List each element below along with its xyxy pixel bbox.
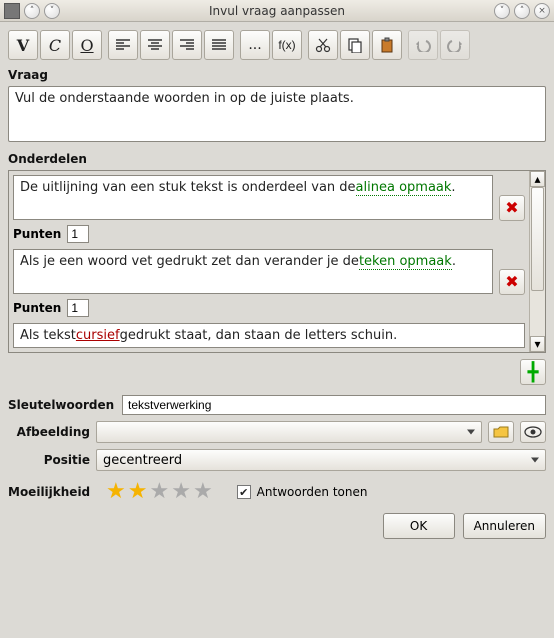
titlebar: ˄ ˅ Invul vraag aanpassen ˅ ˄ × <box>0 0 554 22</box>
redo-button[interactable] <box>440 30 470 60</box>
star-icon[interactable]: ★ <box>193 481 213 503</box>
star-icon[interactable]: ★ <box>171 481 191 503</box>
add-part-button[interactable]: ╋ <box>520 359 546 385</box>
part-text[interactable]: De uitlijning van een stuk tekst is onde… <box>13 175 493 220</box>
folder-icon <box>493 426 509 438</box>
points-label: Punten <box>13 227 61 241</box>
image-combobox[interactable] <box>96 421 482 443</box>
difficulty-stars[interactable]: ★ ★ ★ ★ ★ <box>106 481 213 503</box>
window-title: Invul vraag aanpassen <box>64 4 490 18</box>
align-center-button[interactable] <box>140 30 170 60</box>
points-label: Punten <box>13 301 61 315</box>
close-icon[interactable]: × <box>534 3 550 19</box>
scroll-thumb[interactable] <box>531 187 544 291</box>
delete-part-button[interactable]: ✖ <box>499 269 525 295</box>
minimize-icon[interactable]: ˅ <box>494 3 510 19</box>
preview-image-button[interactable] <box>520 421 546 443</box>
plus-icon: ╋ <box>528 362 539 383</box>
copy-button[interactable] <box>340 30 370 60</box>
undo-button[interactable] <box>408 30 438 60</box>
eye-icon <box>524 426 542 438</box>
image-label: Afbeelding <box>8 425 90 439</box>
parts-panel: De uitlijning van een stuk tekst is onde… <box>8 170 546 353</box>
ellipsis-button[interactable]: ... <box>240 30 270 60</box>
scroll-down-icon[interactable]: ▾ <box>530 336 545 352</box>
difficulty-label: Moeilijkheid <box>8 485 100 499</box>
app-icon <box>4 3 20 19</box>
cancel-button[interactable]: Annuleren <box>463 513 546 539</box>
cut-button[interactable] <box>308 30 338 60</box>
position-combobox[interactable]: gecentreerd <box>96 449 546 471</box>
underline-button[interactable]: O <box>72 30 102 60</box>
part-text[interactable]: Als tekst cursief gedrukt staat, dan sta… <box>13 323 525 348</box>
delete-icon: ✖ <box>505 200 518 216</box>
points-input[interactable] <box>67 225 89 243</box>
parts-scrollbar[interactable]: ▴ ▾ <box>529 171 545 352</box>
position-label: Positie <box>8 453 90 467</box>
shade-up-icon[interactable]: ˄ <box>24 3 40 19</box>
dialog-content: V C O ... f(x) <box>0 22 554 547</box>
bold-button[interactable]: V <box>8 30 38 60</box>
keywords-input[interactable] <box>122 395 546 415</box>
align-right-button[interactable] <box>172 30 202 60</box>
maximize-icon[interactable]: ˄ <box>514 3 530 19</box>
align-left-button[interactable] <box>108 30 138 60</box>
ok-button[interactable]: OK <box>383 513 455 539</box>
scroll-up-icon[interactable]: ▴ <box>530 171 545 187</box>
formatting-toolbar: V C O ... f(x) <box>8 30 546 60</box>
formula-button[interactable]: f(x) <box>272 30 302 60</box>
star-icon[interactable]: ★ <box>149 481 169 503</box>
shade-down-icon[interactable]: ˅ <box>44 3 60 19</box>
points-input[interactable] <box>67 299 89 317</box>
show-answers-checkbox[interactable]: ✔ <box>237 485 251 499</box>
paste-button[interactable] <box>372 30 402 60</box>
align-justify-button[interactable] <box>204 30 234 60</box>
star-icon[interactable]: ★ <box>106 481 126 503</box>
blank-field: teken opmaak <box>359 254 452 270</box>
scroll-track[interactable] <box>530 187 545 336</box>
star-icon[interactable]: ★ <box>128 481 148 503</box>
browse-image-button[interactable] <box>488 421 514 443</box>
italic-button[interactable]: C <box>40 30 70 60</box>
part-text[interactable]: Als je een woord vet gedrukt zet dan ver… <box>13 249 493 294</box>
delete-icon: ✖ <box>505 274 518 290</box>
onderdelen-label: Onderdelen <box>8 152 546 166</box>
show-answers-label: Antwoorden tonen <box>257 485 368 499</box>
blank-field: alinea opmaak <box>356 180 452 196</box>
vraag-label: Vraag <box>8 68 546 82</box>
delete-part-button[interactable]: ✖ <box>499 195 525 221</box>
keywords-label: Sleutelwoorden <box>8 398 116 412</box>
spell-error: cursief <box>76 328 120 343</box>
question-textarea[interactable]: Vul de onderstaande woorden in op de jui… <box>8 86 546 142</box>
